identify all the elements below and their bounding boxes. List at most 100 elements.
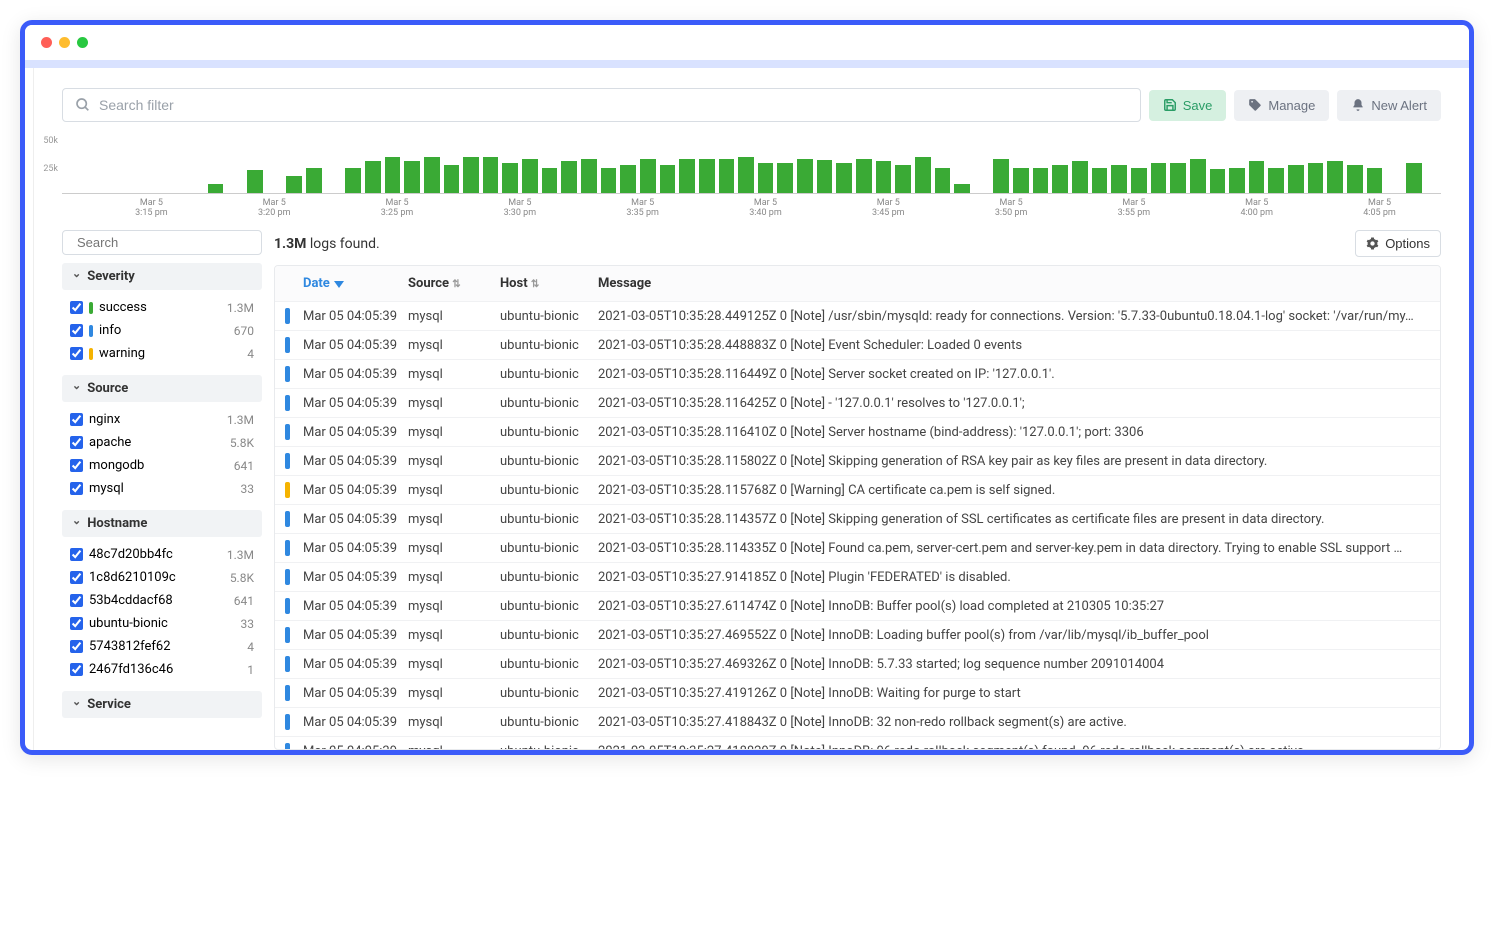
chart-bar[interactable] [993, 159, 1009, 193]
facet-checkbox[interactable] [70, 640, 83, 653]
log-row[interactable]: Mar 05 04:05:39mysqlubuntu-bionic2021-03… [275, 592, 1440, 621]
chart-bar[interactable] [208, 184, 224, 193]
log-row[interactable]: Mar 05 04:05:39mysqlubuntu-bionic2021-03… [275, 447, 1440, 476]
chart-bar[interactable] [1268, 168, 1284, 193]
chart-bar[interactable] [935, 168, 951, 193]
facet-header-hostname[interactable]: Hostname [62, 510, 262, 537]
chart-bar[interactable] [915, 157, 931, 193]
chart-bar[interactable] [385, 157, 401, 193]
facet-checkbox[interactable] [70, 347, 83, 360]
chart-bar[interactable] [1347, 165, 1363, 194]
chart-bar[interactable] [1072, 161, 1088, 193]
facet-checkbox[interactable] [70, 617, 83, 630]
options-button[interactable]: Options [1355, 230, 1441, 257]
facet-item[interactable]: 48c7d20bb4fc1.3M [70, 543, 254, 566]
facet-checkbox[interactable] [70, 594, 83, 607]
chart-bar[interactable] [1249, 161, 1265, 193]
facet-item[interactable]: nginx1.3M [70, 408, 254, 431]
chart-bar[interactable] [306, 168, 322, 193]
timeline-chart[interactable]: 50k 25k Mar 53:15 pmMar 53:20 pmMar 53:2… [62, 136, 1441, 226]
search-filter-field[interactable] [62, 88, 1141, 122]
chart-bar[interactable] [1052, 165, 1068, 194]
chart-bar[interactable] [777, 163, 793, 193]
chart-bar[interactable] [1288, 165, 1304, 194]
facet-checkbox[interactable] [70, 436, 83, 449]
facet-header-source[interactable]: Source [62, 375, 262, 402]
window-close-icon[interactable] [41, 37, 52, 48]
facet-item[interactable]: 53b4cddacf68641 [70, 589, 254, 612]
facet-search-field[interactable] [62, 230, 262, 255]
log-row[interactable]: Mar 05 04:05:39mysqlubuntu-bionic2021-03… [275, 650, 1440, 679]
chart-bar[interactable] [738, 157, 754, 193]
chart-bar[interactable] [1308, 163, 1324, 193]
new-alert-button[interactable]: New Alert [1337, 90, 1441, 121]
chart-bar[interactable] [561, 161, 577, 193]
chart-bar[interactable] [699, 159, 715, 193]
chart-bar[interactable] [365, 161, 381, 193]
chart-bar[interactable] [542, 168, 558, 193]
chart-bar[interactable] [719, 159, 735, 193]
save-button[interactable]: Save [1149, 90, 1227, 121]
chart-bar[interactable] [1170, 163, 1186, 193]
chart-bar[interactable] [247, 170, 263, 193]
facet-item[interactable]: warning4 [70, 342, 254, 365]
chart-bar[interactable] [620, 165, 636, 194]
facet-checkbox[interactable] [70, 459, 83, 472]
chart-bar[interactable] [1013, 168, 1029, 193]
chart-bar[interactable] [444, 165, 460, 194]
log-row[interactable]: Mar 05 04:05:39mysqlubuntu-bionic2021-03… [275, 534, 1440, 563]
chart-bar[interactable] [1210, 169, 1226, 193]
chart-bar[interactable] [876, 161, 892, 193]
facet-checkbox[interactable] [70, 324, 83, 337]
chart-bar[interactable] [1151, 163, 1167, 193]
chart-bar[interactable] [345, 168, 361, 193]
column-host[interactable]: Host ⇅ [500, 276, 588, 291]
manage-button[interactable]: Manage [1234, 90, 1329, 121]
chart-bar[interactable] [1092, 168, 1108, 193]
facet-item[interactable]: mongodb641 [70, 454, 254, 477]
log-row[interactable]: Mar 05 04:05:39mysqlubuntu-bionic2021-03… [275, 476, 1440, 505]
chart-bar[interactable] [502, 163, 518, 193]
log-row[interactable]: Mar 05 04:05:39mysqlubuntu-bionic2021-03… [275, 360, 1440, 389]
chart-bar[interactable] [679, 159, 695, 193]
chart-bar[interactable] [424, 157, 440, 193]
facet-checkbox[interactable] [70, 482, 83, 495]
facet-checkbox[interactable] [70, 571, 83, 584]
facet-checkbox[interactable] [70, 413, 83, 426]
facet-search-input[interactable] [77, 235, 253, 250]
facet-item[interactable]: mysql33 [70, 477, 254, 500]
facet-item[interactable]: apache5.8K [70, 431, 254, 454]
window-maximize-icon[interactable] [77, 37, 88, 48]
facet-item[interactable]: info670 [70, 319, 254, 342]
search-filter-input[interactable] [99, 97, 1128, 113]
chart-bar[interactable] [522, 159, 538, 193]
chart-bar[interactable] [660, 165, 676, 194]
log-row[interactable]: Mar 05 04:05:39mysqlubuntu-bionic2021-03… [275, 418, 1440, 447]
facet-item[interactable]: 5743812fef624 [70, 635, 254, 658]
facet-item[interactable]: success1.3M [70, 296, 254, 319]
facet-item[interactable]: 2467fd136c461 [70, 658, 254, 681]
facet-checkbox[interactable] [70, 663, 83, 676]
chart-bar[interactable] [895, 165, 911, 194]
facet-header-severity[interactable]: Severity [62, 263, 262, 290]
chart-bar[interactable] [856, 159, 872, 193]
facet-item[interactable]: 1c8d6210109c5.8K [70, 566, 254, 589]
chart-bar[interactable] [286, 176, 302, 193]
chart-bar[interactable] [1111, 165, 1127, 194]
chart-bar[interactable] [817, 160, 833, 193]
log-row[interactable]: Mar 05 04:05:39mysqlubuntu-bionic2021-03… [275, 679, 1440, 708]
column-source[interactable]: Source ⇅ [408, 276, 490, 291]
log-row[interactable]: Mar 05 04:05:39mysqlubuntu-bionic2021-03… [275, 563, 1440, 592]
chart-bar[interactable] [463, 157, 479, 193]
log-row[interactable]: Mar 05 04:05:39mysqlubuntu-bionic2021-03… [275, 331, 1440, 360]
chart-bar[interactable] [483, 157, 499, 193]
log-row[interactable]: Mar 05 04:05:39mysqlubuntu-bionic2021-03… [275, 389, 1440, 418]
chart-bar[interactable] [640, 159, 656, 193]
log-row[interactable]: Mar 05 04:05:39mysqlubuntu-bionic2021-03… [275, 737, 1440, 750]
facet-item[interactable]: ubuntu-bionic33 [70, 612, 254, 635]
chart-bar[interactable] [1033, 168, 1049, 193]
chart-bar[interactable] [797, 159, 813, 193]
chart-bar[interactable] [1406, 163, 1422, 193]
chart-bar[interactable] [601, 168, 617, 193]
facet-checkbox[interactable] [70, 548, 83, 561]
